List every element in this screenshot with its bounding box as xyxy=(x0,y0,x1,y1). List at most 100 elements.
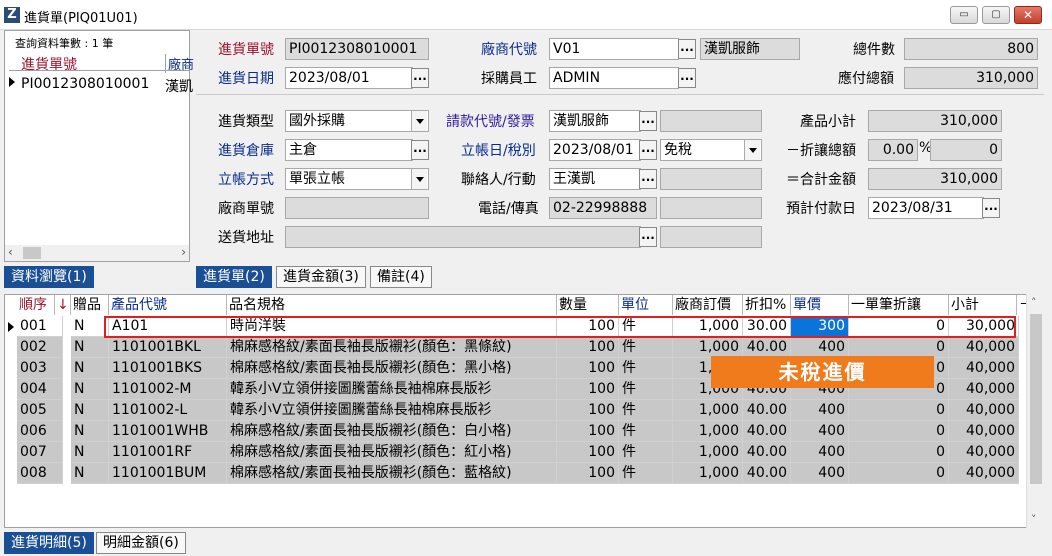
table-row[interactable]: 005 N 1101002-L 韓系小V立領併接圖騰蕾絲長袖棉麻長版衫 100 件 1,00… xyxy=(5,400,1025,421)
cell-unit[interactable]: 件 xyxy=(619,442,673,463)
account-method-select[interactable]: 單張立帳 xyxy=(285,168,429,190)
cell-unit-price[interactable]: 400 xyxy=(791,337,849,358)
buyer-lookup-button[interactable]: ... xyxy=(678,68,696,88)
cell-name[interactable]: 棉麻感格紋/素面長袖長版襯衫(顏色：黑小格) xyxy=(227,358,557,379)
cell-code[interactable]: 1101001RF xyxy=(109,442,227,463)
contact-lookup-button[interactable]: ... xyxy=(639,169,657,189)
cell-list-price[interactable]: 1,000 xyxy=(673,400,743,421)
buyer-field[interactable]: ADMIN xyxy=(549,67,679,89)
cell-qty[interactable]: 100 xyxy=(557,358,619,379)
cell-list-price[interactable]: 1,000 xyxy=(673,337,743,358)
minimize-button[interactable]: ▭ xyxy=(950,6,978,24)
cell-qty[interactable]: 100 xyxy=(557,442,619,463)
cell-subtotal[interactable]: 40,000 xyxy=(949,337,1019,358)
cell-seq[interactable]: 008 xyxy=(17,463,63,484)
cell-subtotal[interactable]: 30,000 xyxy=(949,316,1019,337)
cell-unit-price[interactable]: 400 xyxy=(791,442,849,463)
scroll-right-icon[interactable]: › xyxy=(181,245,186,259)
cell-line-discount[interactable]: 0 xyxy=(849,421,949,442)
mobile-field[interactable] xyxy=(660,168,762,190)
cell-unit-price[interactable]: 300 xyxy=(791,316,849,337)
tax-dropdown-icon[interactable] xyxy=(744,140,760,160)
cell-gift[interactable]: N xyxy=(71,337,109,358)
cell-qty[interactable]: 100 xyxy=(557,421,619,442)
account-date-picker-button[interactable]: ... xyxy=(639,140,657,160)
cell-seq[interactable]: 005 xyxy=(17,400,63,421)
cell-qty[interactable]: 100 xyxy=(557,337,619,358)
vendor-order-field[interactable] xyxy=(285,197,429,219)
invoice-field[interactable] xyxy=(660,110,762,132)
cell-list-price[interactable]: 1,000 xyxy=(673,316,743,337)
tab-detail[interactable]: 進貨明細(5) xyxy=(4,532,94,554)
cell-subtotal[interactable]: 40,000 xyxy=(949,400,1019,421)
address-lookup-button[interactable]: ... xyxy=(639,227,657,247)
type-dropdown-icon[interactable] xyxy=(411,111,427,131)
cell-line-discount[interactable]: 0 xyxy=(849,337,949,358)
cell-gift[interactable]: N xyxy=(71,421,109,442)
cell-seq[interactable]: 004 xyxy=(17,379,63,400)
cell-discount[interactable]: 40.00 xyxy=(743,421,791,442)
grid-header-qty[interactable]: 數量 xyxy=(557,295,619,315)
cell-name[interactable]: 棉麻感格紋/素面長袖長版襯衫(顏色：紅小格) xyxy=(227,442,557,463)
cell-seq[interactable]: 007 xyxy=(17,442,63,463)
cell-qty[interactable]: 100 xyxy=(557,316,619,337)
cell-line-discount[interactable]: 0 xyxy=(849,316,949,337)
cell-subtotal[interactable]: 40,000 xyxy=(949,358,1019,379)
grid-header-name[interactable]: 品名規格 xyxy=(227,295,557,315)
tab-amount[interactable]: 進貨金額(3) xyxy=(276,266,366,288)
cell-discount[interactable]: 40.00 xyxy=(743,463,791,484)
cell-line-discount[interactable]: 0 xyxy=(849,400,949,421)
close-button[interactable]: ✕ xyxy=(1014,6,1042,24)
cell-qty[interactable]: 100 xyxy=(557,463,619,484)
account-method-dropdown-icon[interactable] xyxy=(411,169,427,189)
phone-field[interactable]: 02-22998888 xyxy=(549,197,657,219)
cell-gift[interactable]: N xyxy=(71,400,109,421)
table-row[interactable]: 002 N 1101001BKL 棉麻感格紋/素面長袖長版襯衫(顏色：黑條紋) 100 件… xyxy=(5,337,1025,358)
cell-discount[interactable]: 40.00 xyxy=(743,400,791,421)
grid-header-unit-price[interactable]: 單價 xyxy=(791,295,849,315)
cell-unit-price[interactable]: 400 xyxy=(791,400,849,421)
grid-header-subtotal[interactable]: 小計 xyxy=(949,295,1017,315)
cell-code[interactable]: A101 xyxy=(109,316,227,337)
cell-name[interactable]: 棉麻感格紋/素面長袖長版襯衫(顏色：白小格) xyxy=(227,421,557,442)
cell-seq[interactable]: 006 xyxy=(17,421,63,442)
grid-header-seq[interactable]: 順序 xyxy=(17,295,55,315)
cell-unit[interactable]: 件 xyxy=(619,316,673,337)
cell-gift[interactable]: N xyxy=(71,442,109,463)
scroll-down-icon[interactable]: ˅ xyxy=(1031,513,1037,526)
cell-qty[interactable]: 100 xyxy=(557,379,619,400)
cell-gift[interactable]: N xyxy=(71,463,109,484)
fax-field[interactable] xyxy=(660,197,762,219)
cell-code[interactable]: 1101002-L xyxy=(109,400,227,421)
warehouse-lookup-button[interactable]: ... xyxy=(411,140,429,160)
grid-header-line-discount[interactable]: 一單筆折讓 xyxy=(849,295,949,315)
cell-unit-price[interactable]: 400 xyxy=(791,463,849,484)
cell-code[interactable]: 1101001BKL xyxy=(109,337,227,358)
cell-unit[interactable]: 件 xyxy=(619,379,673,400)
discount-pct-field[interactable]: 0.00 xyxy=(868,139,918,161)
cell-gift[interactable]: N xyxy=(71,379,109,400)
tab-order[interactable]: 進貨單(2) xyxy=(196,266,272,288)
billing-lookup-button[interactable]: ... xyxy=(639,111,657,131)
scroll-left-icon[interactable]: ‹ xyxy=(8,245,13,259)
cell-unit-price[interactable]: 400 xyxy=(791,421,849,442)
grid-header-gift[interactable]: 贈品 xyxy=(71,295,109,315)
grid-header-list-price[interactable]: 廠商訂價 xyxy=(673,295,743,315)
cell-seq[interactable]: 002 xyxy=(17,337,63,358)
cell-subtotal[interactable]: 40,000 xyxy=(949,421,1019,442)
cell-discount[interactable]: 30.00 xyxy=(743,316,791,337)
cell-code[interactable]: 1101001WHB xyxy=(109,421,227,442)
cell-list-price[interactable]: 1,000 xyxy=(673,442,743,463)
table-row[interactable]: 006 N 1101001WHB 棉麻感格紋/素面長袖長版襯衫(顏色：白小格) 100 件… xyxy=(5,421,1025,442)
cell-unit[interactable]: 件 xyxy=(619,358,673,379)
grid-header-sort[interactable]: ↓ xyxy=(55,295,71,315)
table-row[interactable]: 008 N 1101001BUM 棉麻感格紋/素面長袖長版襯衫(顏色：藍格紋) 100 件… xyxy=(5,463,1025,484)
cell-gift[interactable]: N xyxy=(71,316,109,337)
tab-detail-amount[interactable]: 明細金額(6) xyxy=(96,532,186,554)
type-select[interactable]: 國外採購 xyxy=(285,110,429,132)
contact-field[interactable]: 王漢凱 xyxy=(549,168,641,190)
cell-discount[interactable]: 40.00 xyxy=(743,442,791,463)
browse-col-order-no[interactable]: 進貨單號 xyxy=(21,54,77,74)
order-no-field[interactable]: PI0012308010001 xyxy=(285,38,429,60)
date-field[interactable]: 2023/08/01 xyxy=(285,67,413,89)
